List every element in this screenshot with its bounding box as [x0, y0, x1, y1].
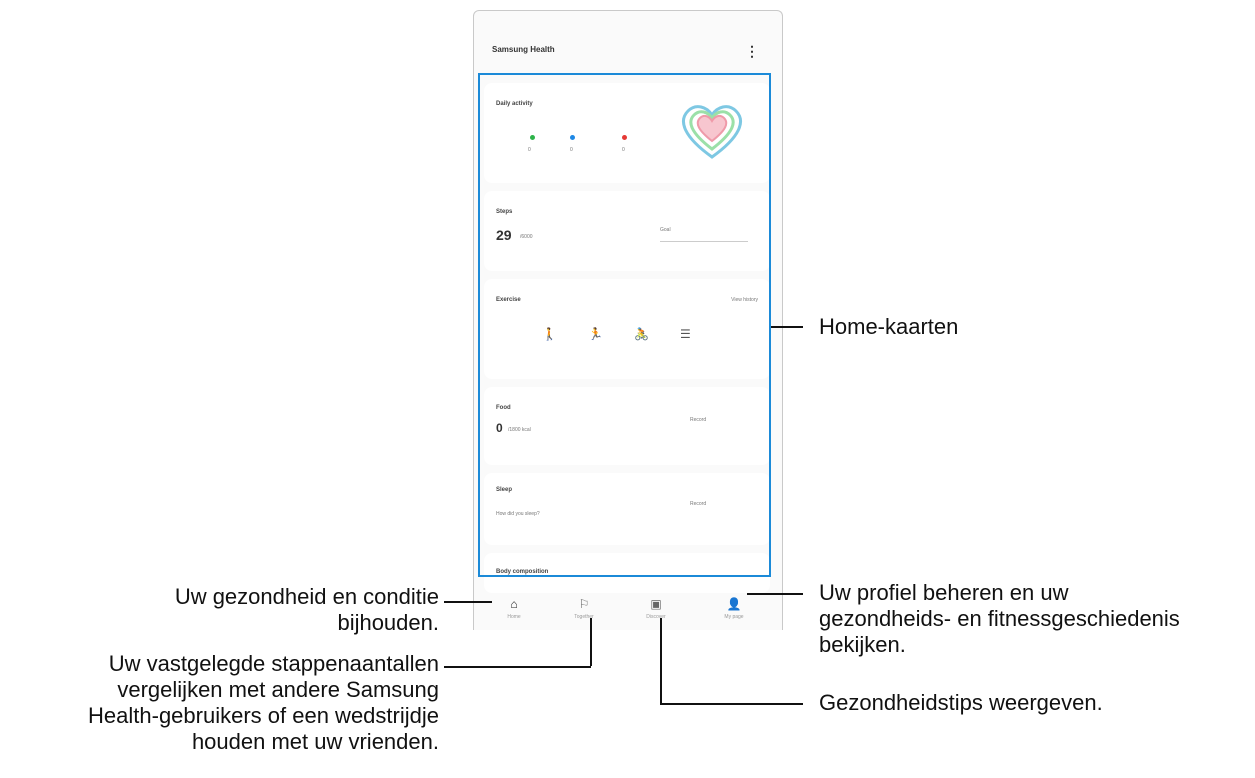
- callout-mypage: Uw profiel beheren en uw gezondheids- en…: [819, 580, 1180, 658]
- callout-line: bijhouden.: [337, 610, 439, 635]
- nav-discover[interactable]: ▣ Discover: [636, 597, 676, 620]
- callout-line: Uw vastgelegde stappenaantallen: [108, 651, 439, 676]
- callout-line: gezondheids- en fitnessgeschiedenis: [819, 606, 1180, 631]
- callout-line: Health-gebruikers of een wedstrijdje: [88, 703, 439, 728]
- together-icon: ⚐: [578, 597, 590, 611]
- leader-line-discover-v: [660, 618, 662, 703]
- bottom-navigation: ⌂ Home ⚐ Together ▣ Discover 👤 My page: [474, 593, 782, 630]
- nav-my-page[interactable]: 👤 My page: [714, 597, 754, 620]
- callout-line: Uw profiel beheren en uw: [819, 580, 1069, 605]
- callout-together: Uw vastgelegde stappenaantallen vergelij…: [88, 651, 439, 755]
- nav-label: Together: [574, 614, 594, 620]
- callout-home: Uw gezondheid en conditie bijhouden.: [175, 584, 439, 636]
- callout-home-cards: Home-kaarten: [819, 314, 959, 339]
- leader-line-home: [444, 601, 492, 603]
- leader-line-home-cards: [771, 326, 803, 328]
- my-page-icon: 👤: [726, 597, 742, 611]
- app-title: Samsung Health: [492, 45, 555, 54]
- callout-line: bekijken.: [819, 632, 906, 657]
- nav-together[interactable]: ⚐ Together: [564, 597, 604, 620]
- nav-label: Discover: [646, 614, 666, 620]
- more-vertical-icon[interactable]: ⋮: [745, 41, 759, 61]
- discover-icon: ▣: [650, 597, 662, 611]
- nav-label: Home: [507, 614, 521, 620]
- home-icon: ⌂: [510, 597, 518, 611]
- nav-home[interactable]: ⌂ Home: [494, 597, 534, 620]
- callout-line: houden met uw vrienden.: [191, 729, 439, 754]
- app-header: Samsung Health ⋮: [474, 11, 782, 73]
- leader-line-together-v: [590, 618, 592, 666]
- nav-label: My page: [724, 614, 744, 620]
- callout-line: Uw gezondheid en conditie: [174, 584, 439, 609]
- leader-line-together-h: [444, 666, 591, 668]
- home-cards-highlight: [478, 73, 771, 577]
- leader-line-mypage: [747, 593, 803, 595]
- callout-line: vergelijken met andere Samsung: [117, 677, 439, 702]
- callout-discover: Gezondheidstips weergeven.: [819, 690, 1103, 715]
- leader-line-discover-h: [660, 703, 803, 705]
